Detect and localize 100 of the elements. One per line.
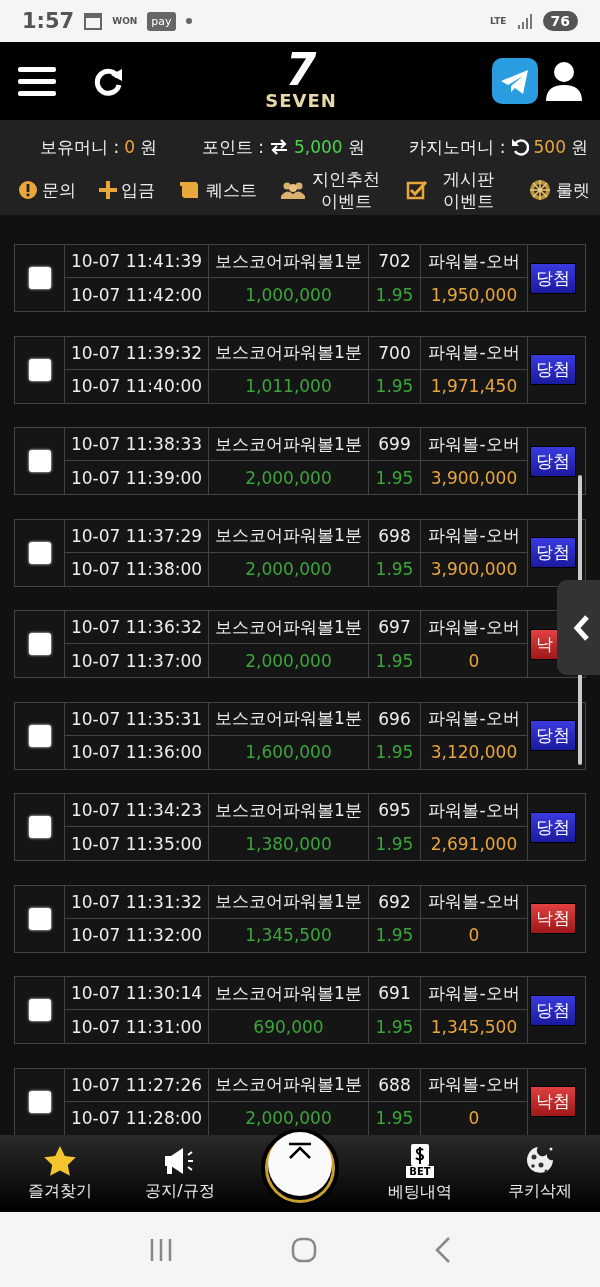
chevron-up-icon [287, 1142, 313, 1160]
recents-icon[interactable] [149, 1237, 173, 1262]
draw-time: 10-07 11:42:00 [65, 278, 209, 311]
dot-icon [185, 18, 192, 24]
signal-icon [516, 13, 533, 29]
bet-amount: 1,000,000 [209, 278, 369, 311]
game-name: 보스코어파워볼1분 [209, 611, 369, 644]
draw-time: 10-07 11:28:00 [65, 1101, 209, 1135]
payout: 1,971,450 [421, 369, 528, 403]
exchange-icon [268, 139, 289, 155]
balance-label: 보유머니 : [40, 135, 120, 159]
checkbox[interactable] [28, 358, 51, 381]
payout: 1,345,500 [421, 1010, 528, 1043]
round-number: 692 [369, 885, 421, 919]
star-icon [43, 1145, 77, 1177]
game-name: 보스코어파워볼1분 [209, 794, 369, 827]
checkbox[interactable] [28, 541, 51, 564]
draw-time: 10-07 11:37:00 [65, 644, 209, 677]
draw-time: 10-07 11:35:00 [65, 827, 209, 860]
battery-level: 76 [542, 11, 578, 31]
game-name: 보스코어파워볼1분 [209, 336, 369, 370]
pick: 파워볼-오버 [421, 245, 528, 278]
currency-unit: 원 [139, 135, 157, 159]
menu-link[interactable]: 문의 [42, 178, 76, 201]
odds: 1.95 [369, 461, 421, 494]
side-drawer-handle[interactable] [557, 580, 600, 675]
result-badge: 당첨 [530, 994, 576, 1026]
payout: 0 [421, 1101, 528, 1135]
bet-time: 10-07 11:38:33 [65, 428, 209, 461]
game-name: 보스코어파워볼1분 [209, 519, 369, 553]
balance-label: 포인트 : [201, 135, 264, 159]
checkbox[interactable] [28, 907, 51, 930]
pick: 파워볼-오버 [421, 519, 528, 553]
menu-link[interactable]: 게시판 이벤트 [431, 167, 505, 212]
odds: 1.95 [369, 1010, 421, 1043]
payout: 0 [421, 918, 528, 952]
back-icon[interactable] [435, 1236, 451, 1263]
game-name: 보스코어파워볼1분 [209, 977, 369, 1010]
balance-amount: 0 [124, 137, 135, 157]
checkbox-icon [405, 178, 428, 201]
game-name: 보스코어파워볼1분 [209, 702, 369, 736]
bet-time: 10-07 11:39:32 [65, 336, 209, 370]
odds: 1.95 [369, 827, 421, 860]
menu-icon[interactable] [18, 65, 56, 97]
balance-amount: 500 [533, 137, 566, 157]
result-badge: 당첨 [530, 720, 576, 751]
pick: 파워볼-오버 [421, 702, 528, 736]
calendar-icon [84, 12, 103, 30]
wheel-icon [527, 177, 552, 202]
nav-link[interactable]: 베팅내역 [388, 1182, 452, 1203]
nav-link[interactable]: 쿠키삭제 [508, 1181, 572, 1202]
round-number: 696 [369, 702, 421, 736]
round-number: 697 [369, 611, 421, 644]
nav-link[interactable]: 공지/규정 [145, 1181, 215, 1202]
odds: 1.95 [369, 644, 421, 677]
round-number: 702 [369, 245, 421, 278]
pick: 파워볼-오버 [421, 1068, 528, 1102]
odds: 1.95 [369, 278, 421, 311]
draw-time: 10-07 11:40:00 [65, 369, 209, 403]
payout: 3,900,000 [421, 552, 528, 586]
menu-link[interactable]: 퀘스트 [205, 178, 257, 201]
odds: 1.95 [369, 918, 421, 952]
checkbox[interactable] [28, 724, 51, 747]
pick: 파워볼-오버 [421, 885, 528, 919]
bet-amount: 1,011,000 [209, 369, 369, 403]
checkbox[interactable] [28, 816, 51, 838]
bet-amount: 2,000,000 [209, 461, 369, 494]
round-number: 688 [369, 1068, 421, 1102]
bet-amount: 2,000,000 [209, 644, 369, 677]
network-type: LTE [489, 16, 507, 26]
refresh-icon [510, 138, 529, 156]
currency-unit: 원 [571, 135, 588, 159]
telegram-icon[interactable] [492, 58, 538, 104]
odds: 1.95 [369, 552, 421, 586]
checkbox[interactable] [28, 267, 51, 289]
payout: 3,900,000 [421, 461, 528, 494]
menu-link[interactable]: 룰렛 [555, 178, 590, 201]
menu-link[interactable]: 지인추천 이벤트 [309, 167, 383, 212]
alert-icon [18, 179, 38, 200]
bet-amount: 1,380,000 [209, 827, 369, 860]
pick: 파워볼-오버 [421, 794, 528, 827]
pay-indicator: pay [147, 11, 176, 31]
checkbox[interactable] [28, 450, 51, 472]
payout: 2,691,000 [421, 827, 528, 860]
home-icon[interactable] [291, 1236, 317, 1263]
draw-time: 10-07 11:38:00 [65, 552, 209, 586]
draw-time: 10-07 11:36:00 [65, 735, 209, 769]
bet-time: 10-07 11:36:32 [65, 611, 209, 644]
result-badge: 낙 [530, 628, 559, 660]
menu-link[interactable]: 입금 [120, 178, 155, 201]
result-badge: 낙첨 [530, 903, 576, 934]
game-name: 보스코어파워볼1분 [209, 885, 369, 919]
checkbox[interactable] [28, 1090, 51, 1113]
user-icon[interactable] [546, 61, 582, 101]
checkbox[interactable] [28, 999, 51, 1021]
pick: 파워볼-오버 [421, 428, 528, 461]
checkbox[interactable] [28, 633, 51, 655]
currency-unit: 원 [347, 135, 365, 159]
nav-link[interactable]: 즐겨찾기 [28, 1181, 92, 1202]
result-badge: 당첨 [530, 354, 576, 385]
